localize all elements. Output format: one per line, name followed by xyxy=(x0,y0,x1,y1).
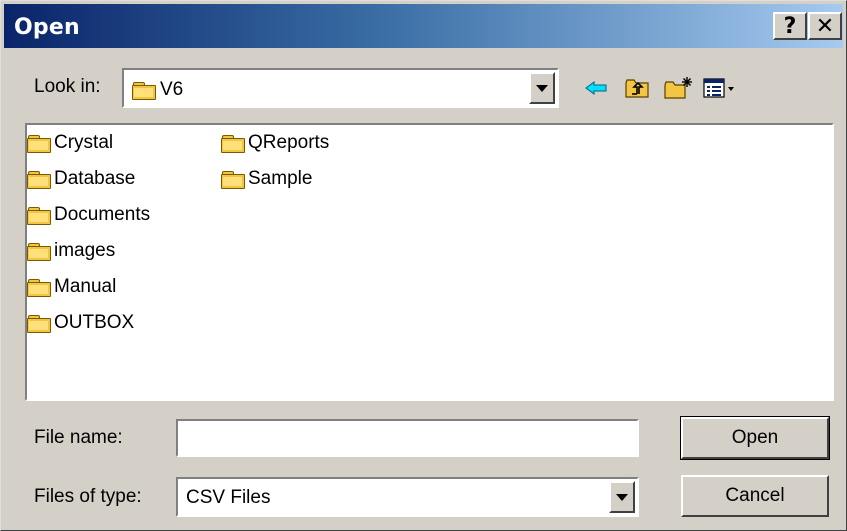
list-item[interactable]: QReports xyxy=(221,131,329,155)
file-name-input[interactable] xyxy=(176,419,639,457)
file-name: Crystal xyxy=(54,132,114,153)
list-item[interactable]: Manual xyxy=(27,275,116,299)
look-in-value: V6 xyxy=(160,79,184,100)
list-item[interactable]: Sample xyxy=(221,167,312,191)
folder-icon xyxy=(132,82,156,100)
new-folder-button[interactable] xyxy=(662,75,694,101)
list-item[interactable]: OUTBOX xyxy=(27,311,134,335)
file-name: QReports xyxy=(248,132,330,153)
view-menu-button[interactable] xyxy=(702,75,738,101)
file-type-value: CSV Files xyxy=(186,487,271,508)
list-item[interactable]: Database xyxy=(27,167,135,191)
folder-icon xyxy=(27,279,51,297)
file-list[interactable]: Crystal Database Documents images Manual… xyxy=(25,123,834,401)
look-in-combo[interactable]: V6 xyxy=(122,68,559,108)
list-item[interactable]: Crystal xyxy=(27,131,113,155)
file-name: Sample xyxy=(248,168,313,189)
back-button[interactable] xyxy=(582,75,610,101)
folder-icon xyxy=(27,243,51,261)
open-button[interactable]: Open xyxy=(680,416,830,460)
file-name-label: File name: xyxy=(34,427,123,448)
folder-icon xyxy=(27,315,51,333)
folder-icon xyxy=(221,171,245,189)
list-item[interactable]: images xyxy=(27,239,115,263)
cancel-button[interactable]: Cancel xyxy=(681,475,829,517)
chevron-down-icon xyxy=(536,84,548,92)
open-dialog: Open ? ✕ Look in: V6 Crystal Database Do… xyxy=(0,0,847,531)
list-item[interactable]: Documents xyxy=(27,203,150,227)
title-bar[interactable]: Open ? ✕ xyxy=(4,4,843,48)
up-one-level-button[interactable] xyxy=(622,75,652,101)
up-folder-icon xyxy=(625,79,649,98)
arrow-left-icon xyxy=(585,81,607,95)
file-type-label: Files of type: xyxy=(34,486,142,507)
window-title: Open xyxy=(14,15,80,40)
file-name: Database xyxy=(54,168,136,189)
look-in-dropdown-button[interactable] xyxy=(529,72,555,104)
folder-icon xyxy=(27,207,51,225)
file-name: Documents xyxy=(54,204,151,225)
file-name: OUTBOX xyxy=(54,312,135,333)
folder-icon xyxy=(27,171,51,189)
folder-icon xyxy=(221,135,245,153)
help-button[interactable]: ? xyxy=(773,12,807,40)
file-type-dropdown-button[interactable] xyxy=(609,481,635,513)
look-in-label: Look in: xyxy=(34,76,101,97)
chevron-down-icon xyxy=(616,493,628,501)
close-button[interactable]: ✕ xyxy=(808,12,842,40)
folder-icon xyxy=(27,135,51,153)
file-type-select[interactable]: CSV Files xyxy=(176,477,639,517)
view-menu-icon xyxy=(703,78,734,98)
file-name: images xyxy=(54,240,116,261)
new-folder-icon xyxy=(664,77,692,99)
file-name: Manual xyxy=(54,276,117,297)
